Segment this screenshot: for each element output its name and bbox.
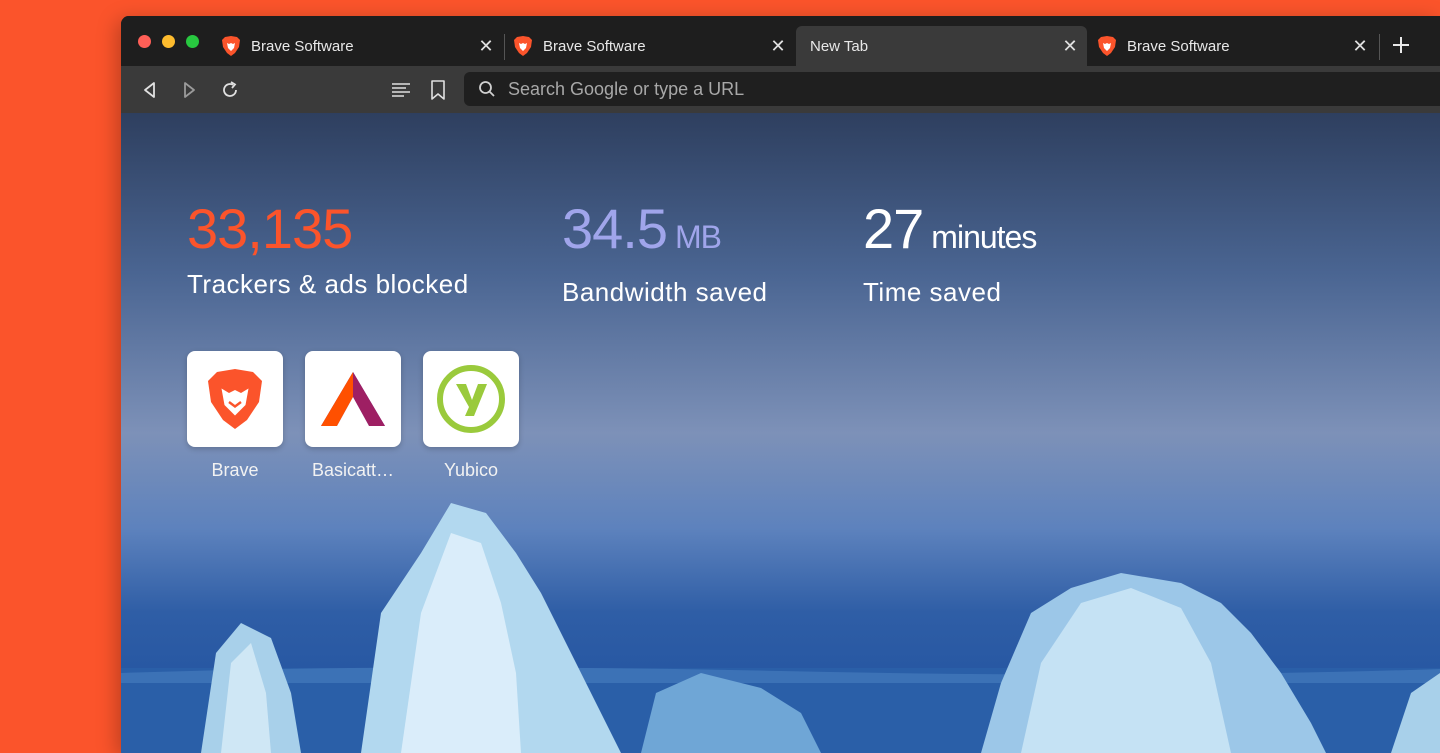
time-unit: minutes	[931, 219, 1037, 255]
brave-lion-icon	[208, 369, 262, 429]
top-site-brave[interactable]: Brave	[187, 351, 283, 481]
tab-separator	[504, 34, 505, 60]
zoom-window-button[interactable]	[186, 35, 199, 48]
tab-title: Brave Software	[543, 37, 646, 55]
time-value: 27	[863, 197, 924, 260]
top-site-yubico[interactable]: Yubico	[423, 351, 519, 481]
minimize-window-button[interactable]	[162, 35, 175, 48]
top-site-basicattention[interactable]: Basicatt…	[305, 351, 401, 481]
toolbar	[121, 66, 1440, 113]
forward-button[interactable]	[175, 76, 203, 104]
bandwidth-value: 34.5	[562, 197, 668, 260]
yubico-icon	[437, 365, 505, 433]
top-site-name: Basicatt…	[311, 460, 395, 480]
tab-title: New Tab	[810, 37, 869, 55]
trackers-count: 33,135	[187, 197, 353, 260]
bandwidth-label: Bandwidth saved	[562, 277, 768, 307]
reader-list-icon	[392, 83, 410, 97]
close-tab-icon[interactable]: ✕	[475, 35, 497, 57]
brave-lion-icon	[514, 36, 532, 56]
bookmark-icon	[431, 80, 445, 100]
reload-button[interactable]	[216, 76, 244, 104]
new-tab-page: 33,135 Trackers & ads blocked 34.5 MB Ban…	[121, 113, 1440, 753]
tab-1[interactable]: Brave Software ✕	[221, 26, 503, 66]
address-bar[interactable]	[464, 72, 1440, 106]
trackers-label: Trackers & ads blocked	[187, 269, 469, 299]
top-site-name: Yubico	[443, 460, 499, 480]
brave-lion-icon	[1098, 36, 1116, 56]
stat-bandwidth: 34.5 MB Bandwidth saved	[562, 201, 768, 308]
browser-window: Brave Software ✕ Brave Software ✕ New Ta…	[121, 16, 1440, 753]
top-site-tile[interactable]	[305, 351, 401, 447]
tab-4[interactable]: Brave Software ✕	[1097, 26, 1377, 66]
top-site-tile[interactable]	[187, 351, 283, 447]
reader-list-button[interactable]	[387, 76, 415, 104]
url-input[interactable]	[506, 77, 1210, 101]
window-controls	[138, 35, 199, 48]
stat-time: 27 minutes Time saved	[863, 201, 1037, 308]
tab-strip: Brave Software ✕ Brave Software ✕ New Ta…	[121, 16, 1440, 66]
iceberg-background-image	[121, 503, 1440, 753]
tab-title: Brave Software	[1127, 37, 1230, 55]
top-site-name: Brave	[211, 460, 259, 480]
close-tab-icon[interactable]: ✕	[1059, 35, 1081, 57]
stat-trackers: 33,135 Trackers & ads blocked	[187, 201, 469, 300]
forward-icon	[184, 82, 195, 98]
tab-new-tab[interactable]: New Tab ✕	[796, 26, 1087, 66]
time-label: Time saved	[863, 277, 1002, 307]
new-tab-button[interactable]	[1386, 30, 1416, 60]
close-tab-icon[interactable]: ✕	[1349, 35, 1371, 57]
bookmark-button[interactable]	[424, 76, 452, 104]
plus-icon	[1393, 37, 1409, 53]
back-icon	[144, 82, 155, 98]
tab-separator	[1379, 34, 1380, 60]
close-tab-icon[interactable]: ✕	[767, 35, 789, 57]
tab-2[interactable]: Brave Software ✕	[513, 26, 795, 66]
bandwidth-unit: MB	[675, 219, 722, 255]
bat-triangle-icon	[321, 372, 385, 426]
close-window-button[interactable]	[138, 35, 151, 48]
top-site-tile[interactable]	[423, 351, 519, 447]
reload-icon	[223, 81, 237, 97]
search-icon	[479, 81, 495, 97]
brave-lion-icon	[222, 36, 240, 56]
back-button[interactable]	[136, 76, 164, 104]
tab-title: Brave Software	[251, 37, 354, 55]
